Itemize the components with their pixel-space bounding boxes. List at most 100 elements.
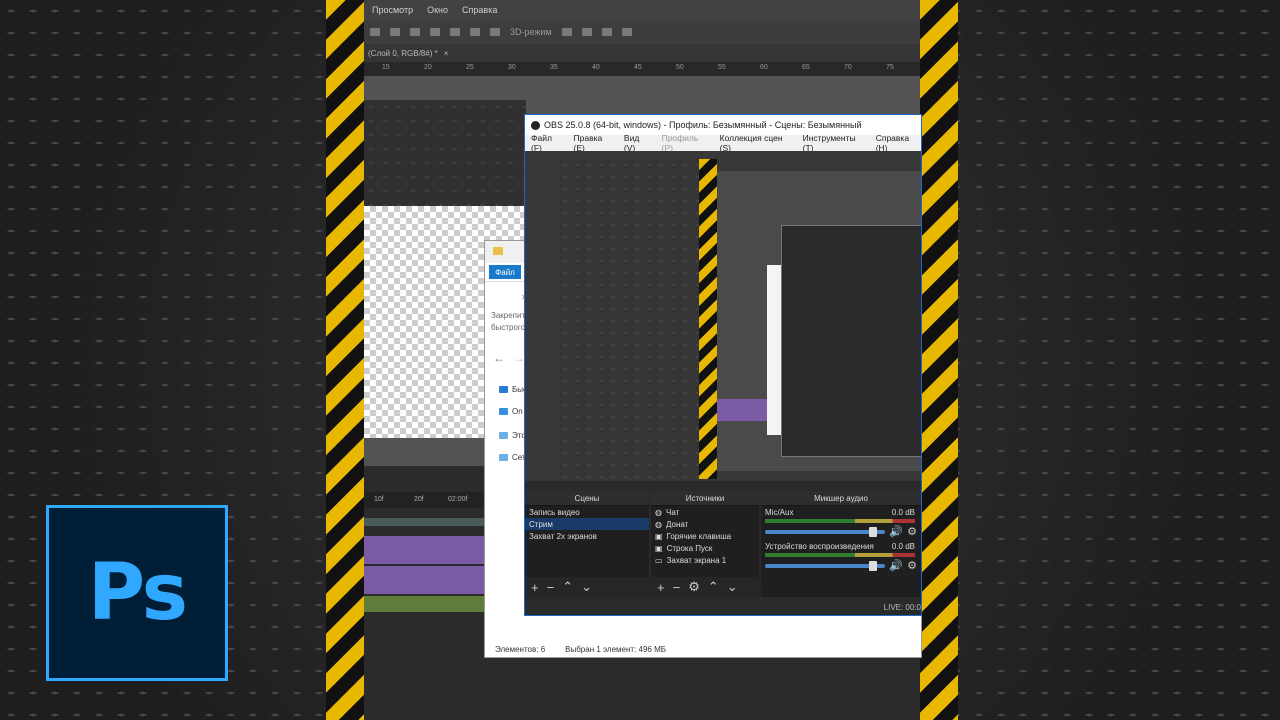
obs-titlebar[interactable]: OBS 25.0.8 (64-bit, windows) - Профиль: …	[525, 115, 921, 135]
obs-status-bar: LIVE: 00:0	[525, 599, 921, 615]
move-up-icon[interactable]: ⌃	[708, 579, 719, 595]
add-icon[interactable]: +	[657, 580, 665, 595]
obs-menu-file[interactable]: Файл (F)	[531, 133, 564, 153]
image-icon: ▣	[655, 543, 663, 553]
obs-menu-edit[interactable]: Правка (E)	[574, 133, 614, 153]
obs-menu-scene-collection[interactable]: Коллекция сцен (S)	[720, 133, 793, 153]
move-up-icon[interactable]: ⌃	[562, 579, 573, 595]
source-label: Донат	[665, 519, 689, 529]
3d-slide-icon[interactable]	[621, 28, 632, 36]
nested-timeline-track	[717, 399, 767, 421]
pin-quick-access[interactable]: ✕ Закрепить быстрого	[485, 285, 529, 345]
obs-menu-view[interactable]: Вид (V)	[624, 133, 652, 153]
scenes-dock-title: Сцены	[525, 491, 649, 506]
source-item[interactable]: ◍ Донат	[651, 518, 759, 530]
obs-menu-tools[interactable]: Инструменты (T)	[803, 133, 866, 153]
volume-slider[interactable]	[765, 526, 886, 537]
photoshop-logo: Ps	[46, 505, 228, 681]
item-count: Элементов: 6	[495, 644, 546, 654]
back-icon[interactable]: ←	[493, 351, 505, 365]
obs-docks: Сцены Запись видео Стрим Захват 2х экран…	[525, 491, 921, 597]
audio-mixer-dock: Микшер аудио Mic/Aux 0.0 dB 🔊 ⚙ Устройст…	[761, 491, 921, 597]
sidebar-item-label: On	[512, 407, 523, 416]
obs-preview[interactable]	[525, 151, 921, 481]
explorer-nav: ← →	[485, 349, 529, 369]
ruler-tick: 55	[718, 64, 726, 71]
scene-item[interactable]: Запись видео	[525, 506, 649, 518]
gear-icon[interactable]: ⚙	[907, 525, 917, 538]
scene-item[interactable]: Захват 2х экранов	[525, 530, 649, 542]
image-icon: ▣	[655, 531, 663, 541]
ruler-tick: 75	[886, 64, 894, 71]
obs-menu-profile[interactable]: Профиль (P)	[662, 133, 710, 153]
timeline-track[interactable]	[364, 566, 484, 594]
speaker-icon[interactable]: 🔊	[889, 559, 903, 572]
folder-icon	[493, 247, 503, 255]
source-item[interactable]: ▭ Захват экрана 1	[651, 554, 759, 566]
channel-level: 0.0 dB	[891, 508, 915, 517]
hazard-stripe-right	[920, 0, 958, 720]
sidebar-item-onedrive[interactable]: On	[499, 407, 523, 416]
move-down-icon[interactable]: ⌄	[581, 579, 592, 595]
preview-nested-capture	[717, 171, 921, 471]
sources-dock-toolbar: + − ⚙ ⌃ ⌄	[651, 577, 765, 597]
timeline-track[interactable]	[364, 536, 484, 564]
explorer-file-tab[interactable]: Файл	[489, 265, 521, 279]
source-item[interactable]: ▣ Строка Пуск	[651, 542, 759, 554]
distribute-icon[interactable]	[470, 28, 480, 36]
sidebar-item-network[interactable]: Сет	[499, 453, 526, 462]
distribute-icon[interactable]	[490, 28, 500, 36]
ruler-tick: 70	[844, 64, 852, 71]
timeline-tick: 10f	[374, 496, 384, 503]
remove-icon[interactable]: −	[673, 580, 681, 595]
ps-menubar: Просмотр Окно Справка	[364, 0, 920, 20]
sidebar-item-quick-access[interactable]: Быс	[499, 385, 527, 394]
sidebar-item-this-pc[interactable]: Это	[499, 431, 526, 440]
ps-options-bar: 3D-режим	[364, 20, 920, 45]
slider-knob[interactable]	[869, 560, 878, 571]
move-down-icon[interactable]: ⌄	[727, 579, 738, 595]
obs-menubar: Файл (F) Правка (E) Вид (V) Профиль (P) …	[525, 133, 921, 153]
timeline-ruler[interactable]: 10f 20f 02:00f	[364, 492, 484, 508]
3d-roll-icon[interactable]	[581, 28, 592, 36]
ruler-tick: 50	[676, 64, 684, 71]
ruler-tick: 30	[508, 64, 516, 71]
align-icon[interactable]	[410, 28, 420, 36]
timeline-tick: 02:00f	[448, 496, 468, 503]
close-icon[interactable]: ×	[444, 49, 449, 58]
pin-text: быстрого	[491, 323, 526, 332]
align-icon[interactable]	[370, 28, 380, 36]
source-item[interactable]: ▣ Горячие клавиша	[651, 530, 759, 542]
ruler-tick: 15	[382, 64, 390, 71]
scene-item-selected[interactable]: Стрим	[525, 518, 649, 530]
add-icon[interactable]: +	[531, 580, 539, 595]
timeline-track[interactable]	[364, 596, 484, 612]
3d-rotate-icon[interactable]	[561, 28, 572, 36]
timeline-track[interactable]	[364, 518, 484, 526]
ps-document-tab[interactable]: (Слой 0, RGB/8#) * ×	[364, 44, 920, 62]
obs-menu-help[interactable]: Справка (H)	[876, 133, 921, 153]
align-icon[interactable]	[430, 28, 440, 36]
distribute-icon[interactable]	[450, 28, 460, 36]
mixer-channel-label: Устройство воспроизведения 0.0 dB	[761, 540, 921, 551]
cloud-icon	[499, 408, 508, 415]
volume-slider[interactable]	[765, 560, 886, 571]
3d-pan-icon[interactable]	[601, 28, 612, 36]
slider-knob[interactable]	[869, 526, 878, 537]
live-indicator: LIVE: 00:0	[883, 602, 921, 612]
ruler-tick: 20	[424, 64, 432, 71]
ps-menu-view[interactable]: Просмотр	[372, 5, 413, 15]
sources-dock: Источники ◍ Чат ◍ Донат ▣ Горячие клавиша ▣…	[651, 491, 765, 597]
monitor-icon: ▭	[655, 555, 663, 565]
ps-menu-window[interactable]: Окно	[427, 5, 448, 15]
ps-menu-help[interactable]: Справка	[462, 5, 497, 15]
ruler-tick: 35	[550, 64, 558, 71]
globe-icon: ◍	[655, 519, 662, 529]
gear-icon[interactable]: ⚙	[907, 559, 917, 572]
remove-icon[interactable]: −	[547, 580, 555, 595]
3d-mode-label: 3D-режим	[510, 27, 552, 37]
gear-icon[interactable]: ⚙	[688, 579, 700, 595]
source-item[interactable]: ◍ Чат	[651, 506, 759, 518]
speaker-icon[interactable]: 🔊	[889, 525, 903, 538]
align-icon[interactable]	[390, 28, 400, 36]
